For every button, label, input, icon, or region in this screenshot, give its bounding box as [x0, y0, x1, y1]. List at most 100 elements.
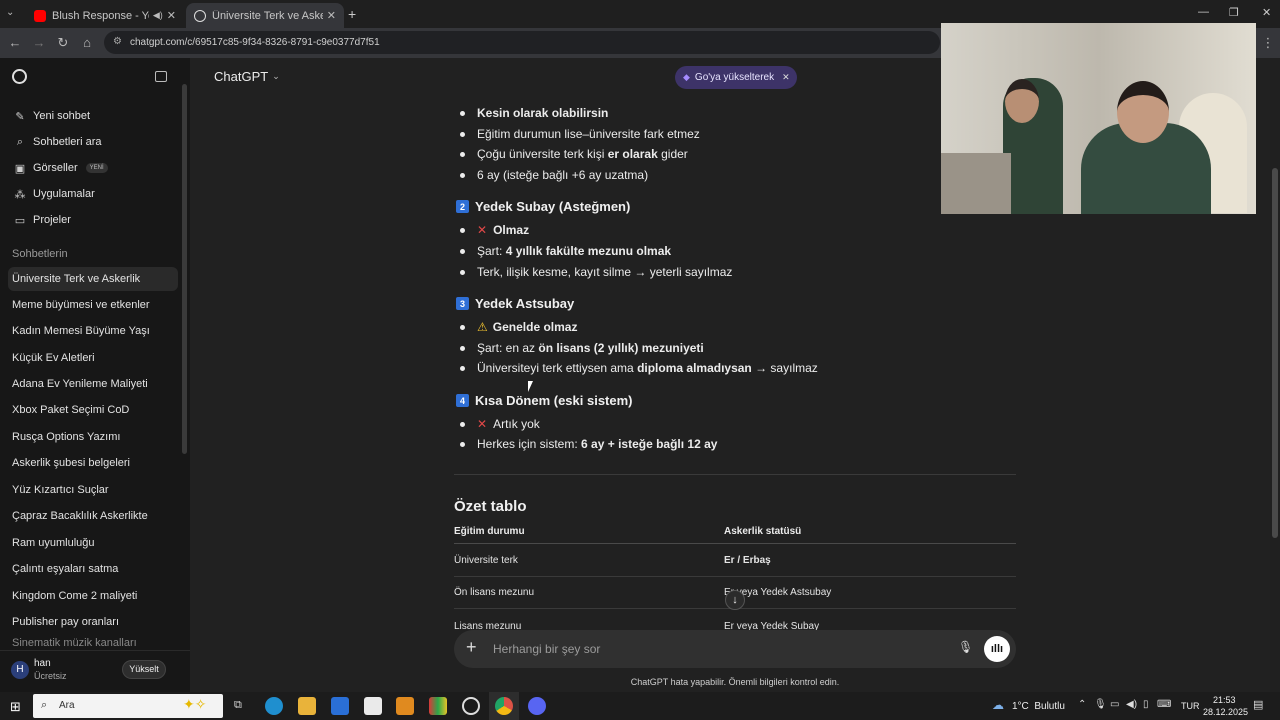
chatgpt-icon	[194, 9, 206, 22]
plus-icon[interactable]: +	[466, 637, 477, 658]
back-icon[interactable]: ←	[7, 35, 23, 51]
close-icon[interactable]: ✕	[782, 72, 790, 83]
upgrade-button[interactable]: Yükselt	[122, 660, 166, 679]
browser-tab-youtube[interactable]: Blush Response - YouTube ◀) ✕	[26, 3, 184, 28]
sidebar-scrollbar[interactable]	[182, 84, 187, 454]
new-tab-icon[interactable]: +	[348, 6, 356, 22]
apps-icon: ⁂	[14, 188, 26, 201]
list-item: Eğitim durumun lise–üniversite fark etme…	[477, 127, 700, 141]
user-plan: Ücretsiz	[34, 671, 67, 681]
voice-mode-button[interactable]: ıllı	[984, 636, 1010, 662]
tray-overflow-icon[interactable]: ⌃	[1078, 699, 1086, 710]
chat-item[interactable]: Kingdom Come 2 maliyeti	[8, 584, 178, 608]
chat-item[interactable]: Üniversite Terk ve Askerlik	[8, 267, 178, 291]
close-tab-icon[interactable]: ✕	[167, 9, 176, 22]
new-chat-button[interactable]: ✎ Yeni sohbet	[8, 104, 178, 128]
restore-icon[interactable]: ❐	[1229, 6, 1239, 19]
apps-button[interactable]: ⁂ Uygulamalar	[8, 182, 178, 206]
webcam-overlay	[941, 23, 1256, 214]
projects-button[interactable]: ▭ Projeler	[8, 208, 178, 232]
chevron-down-icon: ⌄	[272, 71, 280, 81]
chat-item[interactable]: Rusça Options Yazımı	[8, 425, 178, 449]
list-item: ⚠ Genelde olmaz	[477, 320, 578, 334]
keyboard-icon[interactable]: ⌨	[1157, 699, 1171, 710]
discord-icon[interactable]	[528, 697, 546, 715]
chat-item[interactable]: Publisher pay oranları	[8, 610, 178, 634]
home-icon[interactable]: ⌂	[79, 35, 95, 51]
number-badge: 2	[456, 200, 469, 213]
store-icon[interactable]	[364, 697, 382, 715]
windows-start-icon[interactable]: ⊞	[10, 699, 21, 715]
webcam-person-right-head	[1117, 81, 1169, 143]
file-explorer-icon[interactable]	[298, 697, 316, 715]
user-profile[interactable]: H han Ücretsiz	[8, 656, 128, 686]
close-window-icon[interactable]: ✕	[1262, 6, 1271, 19]
mouse-cursor	[528, 381, 533, 392]
number-badge: 3	[456, 297, 469, 310]
browser-menu-icon[interactable]: ⋮	[1260, 35, 1276, 51]
sidebar-toggle-icon[interactable]	[155, 71, 167, 82]
url-field[interactable]: ⚙ chatgpt.com/c/69517c85-9f34-8326-8791-…	[104, 31, 940, 54]
taskbar-search[interactable]: ⌕ Ara ✦✧	[33, 694, 223, 718]
summary-title: Özet tablo	[454, 498, 527, 515]
chat-item[interactable]: Askerlik şubesi belgeleri	[8, 451, 178, 475]
chat-item[interactable]: Meme büyümesi ve etkenler	[8, 293, 178, 317]
table-cell: Üniversite terk	[454, 555, 518, 566]
forward-icon[interactable]: →	[31, 35, 47, 51]
clock-time[interactable]: 21:53	[1213, 695, 1236, 705]
chat-item[interactable]: Sinematik müzik kanalları	[8, 637, 178, 649]
microphone-icon[interactable]: 🎙	[958, 640, 973, 654]
list-item: Kesin olarak olabilirsin	[477, 106, 609, 120]
chat-item[interactable]: Çapraz Bacaklılık Askerlikte	[8, 504, 178, 528]
clock-date[interactable]: 28.12.2025	[1203, 707, 1248, 717]
volume-icon[interactable]: ◀)	[1126, 699, 1137, 710]
model-selector[interactable]: ChatGPT ⌄	[214, 69, 280, 84]
user-name: han	[34, 658, 51, 669]
divider	[454, 474, 1016, 475]
reload-icon[interactable]: ↻	[55, 35, 71, 51]
browser-tab-chatgpt[interactable]: Üniversite Terk ve Askerlik ✕	[186, 3, 344, 28]
table-row-divider	[454, 576, 1016, 577]
site-info-icon[interactable]: ⚙	[113, 36, 122, 47]
images-button[interactable]: ▣ Görseller YENİ	[8, 156, 178, 180]
close-tab-icon[interactable]: ✕	[327, 9, 336, 22]
taskbar-search-label: Ara	[59, 700, 75, 711]
chat-item[interactable]: Çalıntı eşyaları satma	[8, 557, 178, 581]
chat-item[interactable]: Yüz Kızartıcı Suçlar	[8, 478, 178, 502]
scroll-down-button[interactable]: ↓	[725, 590, 745, 610]
composer[interactable]: + Herhangi bir şey sor 🎙 ıllı	[454, 630, 1016, 668]
upgrade-pill[interactable]: ◆ Go'ya yükselterek ✕	[675, 66, 797, 89]
notifications-icon[interactable]: ▤	[1253, 698, 1263, 711]
chat-item[interactable]: Xbox Paket Seçimi CoD	[8, 398, 178, 422]
app-grid-icon[interactable]	[429, 697, 447, 715]
search-chats-button[interactable]: ⌕ Sohbetleri ara	[8, 130, 178, 154]
battery-icon[interactable]: ▯	[1143, 699, 1149, 710]
chatgpt-logo-icon[interactable]	[12, 69, 27, 84]
chat-item[interactable]: Ram uyumluluğu	[8, 531, 178, 555]
mail-icon[interactable]	[331, 697, 349, 715]
tab-search-icon[interactable]: ⌄	[6, 7, 14, 18]
chat-item[interactable]: Adana Ev Yenileme Maliyeti	[8, 372, 178, 396]
list-item: Çoğu üniversite terk kişi er olarak gide…	[477, 147, 688, 161]
app-icon[interactable]	[396, 697, 414, 715]
projects-label: Projeler	[33, 214, 71, 226]
folder-icon: ▭	[14, 214, 26, 227]
composer-input[interactable]: Herhangi bir şey sor	[493, 642, 600, 656]
bullet-dot	[460, 366, 465, 371]
minimize-icon[interactable]: —	[1198, 6, 1209, 18]
network-icon[interactable]: ▭	[1110, 699, 1119, 710]
search-chats-label: Sohbetleri ara	[33, 136, 102, 148]
bullet-dot	[460, 111, 465, 116]
weather-text[interactable]: 1°C Bulutlu	[1012, 701, 1065, 712]
language-indicator[interactable]: TUR	[1181, 701, 1200, 711]
microphone-icon[interactable]: 🎙	[1094, 699, 1107, 710]
upgrade-pill-label: Go'ya yükselterek	[694, 72, 775, 83]
chat-item[interactable]: Kadın Memesi Büyüme Yaşı	[8, 319, 178, 343]
task-view-icon[interactable]: ⧉	[234, 699, 242, 712]
main-scrollbar[interactable]	[1270, 58, 1280, 692]
bullet-dot	[460, 270, 465, 275]
edge-icon[interactable]	[265, 697, 283, 715]
clock-app-icon[interactable]	[462, 697, 480, 715]
chat-item[interactable]: Küçük Ev Aletleri	[8, 346, 178, 370]
scrollbar-thumb[interactable]	[1272, 168, 1278, 538]
